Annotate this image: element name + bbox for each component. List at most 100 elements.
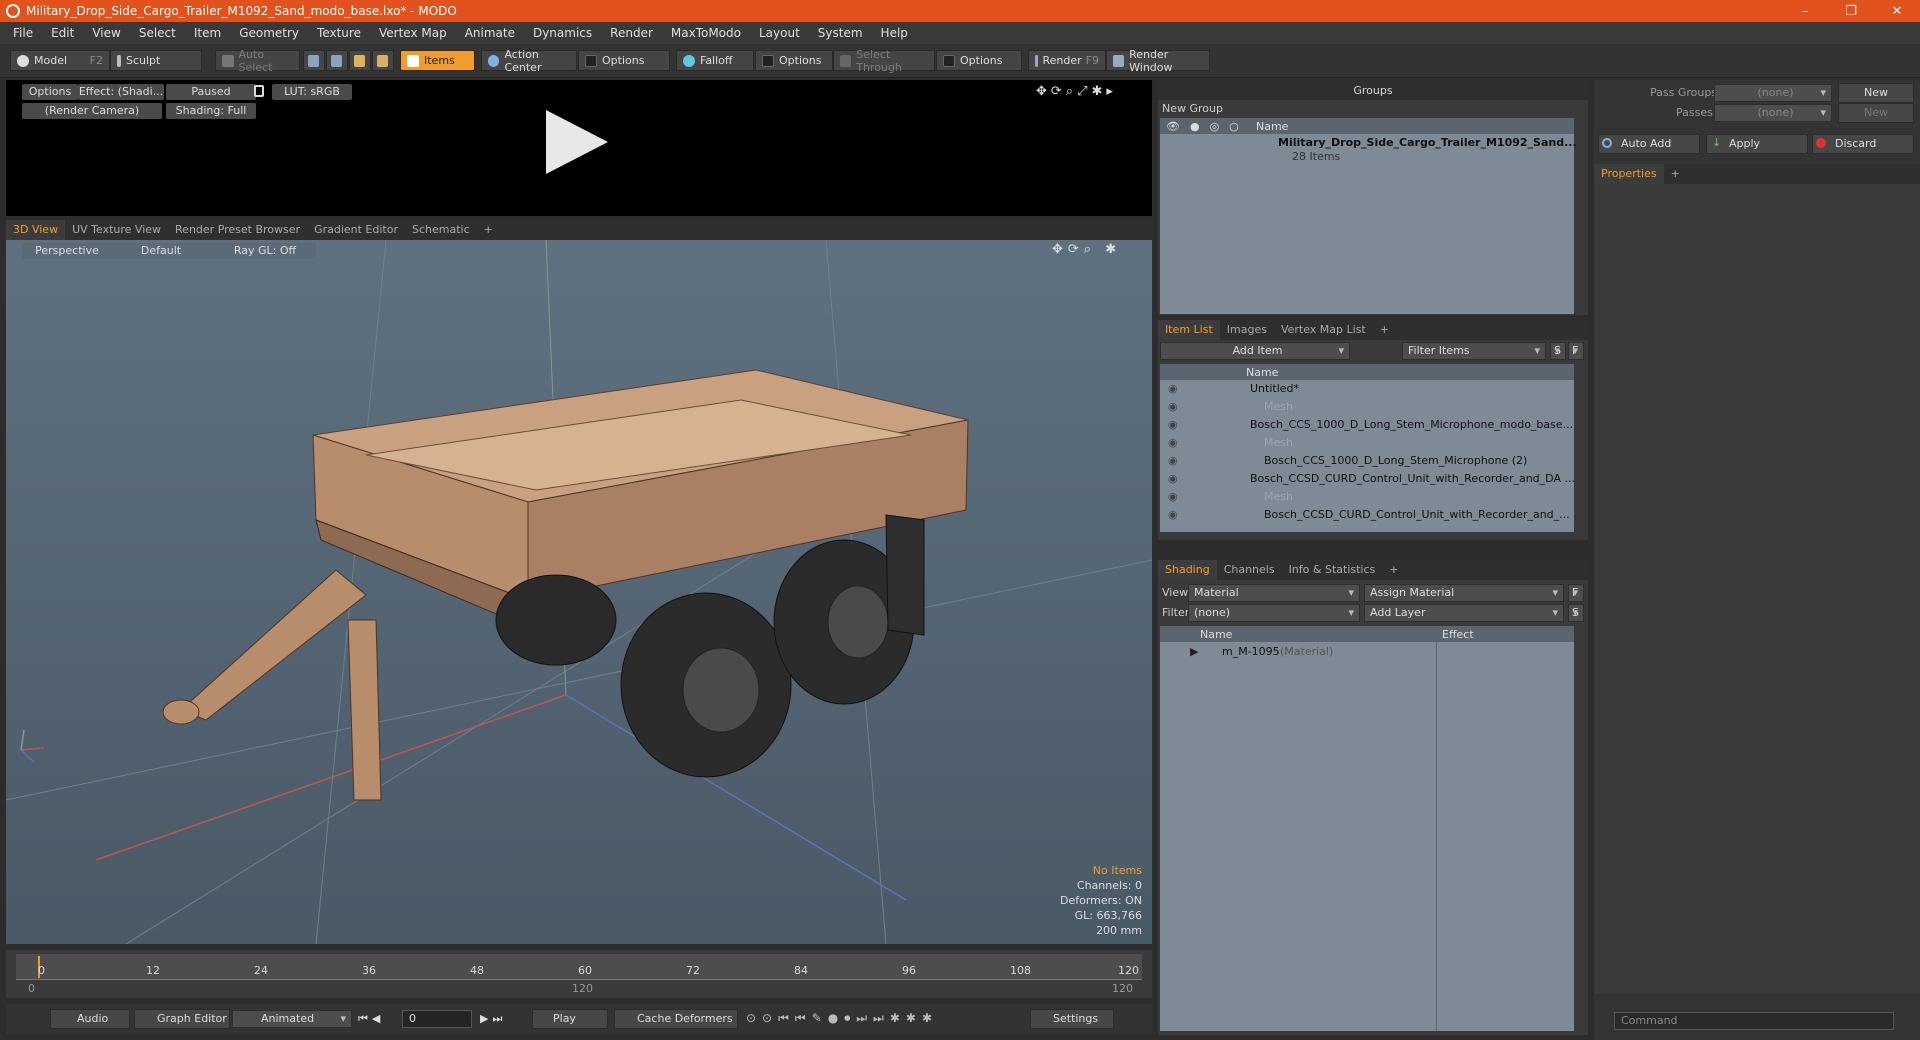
items-mode-button[interactable]: Items xyxy=(400,50,475,71)
item-list-row[interactable]: ◉ Bosch_CCS_1000_D_Long_Stem_Microphone_m… xyxy=(1160,416,1574,434)
maximize-button[interactable]: ❐ xyxy=(1828,0,1874,22)
lock-icon[interactable] xyxy=(254,85,264,97)
visibility-eye-icon[interactable]: ◉ xyxy=(1168,452,1178,470)
material-item[interactable]: m_M-1095 xyxy=(1222,645,1280,658)
expand-icon[interactable]: ▶ xyxy=(1190,645,1198,658)
menu-item[interactable]: Item xyxy=(185,22,230,44)
item-list-row[interactable]: ◉ Mesh xyxy=(1160,398,1574,416)
timeline-ruler[interactable]: 0 12 24 36 48 60 72 84 96 108 120 xyxy=(16,954,1142,980)
shading-f-button[interactable]: F xyxy=(1568,584,1584,602)
animated-dropdown[interactable]: Animated xyxy=(232,1010,352,1028)
add-tab-button[interactable]: + xyxy=(477,220,500,240)
settings-button[interactable]: Settings xyxy=(1030,1009,1114,1029)
menu-edit[interactable]: Edit xyxy=(42,22,83,44)
new-group-button[interactable]: New Group xyxy=(1162,102,1223,115)
visibility-eye-icon[interactable]: ◉ xyxy=(1168,488,1178,506)
action-center-options-button[interactable]: Options xyxy=(578,50,670,71)
close-button[interactable]: ✕ xyxy=(1874,0,1920,22)
polygons-mode-button[interactable] xyxy=(349,50,371,71)
tab-info-statistics[interactable]: Info & Statistics xyxy=(1282,560,1383,580)
add-layer-dropdown[interactable]: Add Layer xyxy=(1364,604,1564,622)
shading-dropdown[interactable]: Shading: Full xyxy=(166,103,256,119)
add-tab-button[interactable]: + xyxy=(1382,560,1405,580)
falloff-button[interactable]: Falloff xyxy=(676,50,754,71)
timeline[interactable]: 0 12 24 36 48 60 72 84 96 108 120 0 120 … xyxy=(6,950,1152,998)
step-back-icons[interactable]: ⏮◀ xyxy=(358,1012,384,1026)
menu-file[interactable]: File xyxy=(4,22,42,44)
menu-geometry[interactable]: Geometry xyxy=(230,22,308,44)
render-window-button[interactable]: Render Window xyxy=(1106,48,1210,74)
tab-shading[interactable]: Shading xyxy=(1158,560,1217,580)
f-button[interactable]: F xyxy=(1568,342,1584,360)
tab-schematic[interactable]: Schematic xyxy=(405,220,477,240)
filter-items-input[interactable]: Filter Items xyxy=(1402,342,1546,360)
preview-options-button[interactable]: Options xyxy=(22,84,78,100)
visibility-eye-icon[interactable]: ◉ xyxy=(1168,380,1178,398)
visibility-eye-icon[interactable]: ◉ xyxy=(1168,434,1178,452)
item-list[interactable]: Name ◉ Untitled* ◉ Mesh ◉ Bosch_CCS_1000_D_Lo… xyxy=(1160,364,1574,532)
tab-3d-view[interactable]: 3D View xyxy=(6,220,66,240)
pass-groups-dropdown[interactable]: (none) xyxy=(1714,84,1832,102)
view-dropdown[interactable]: Material xyxy=(1188,584,1360,602)
groups-list[interactable]: Name 👁●◎○ Military_Drop_Side_Cargo_Trail… xyxy=(1160,118,1577,314)
apply-button[interactable]: Apply xyxy=(1706,134,1808,154)
tab-channels[interactable]: Channels xyxy=(1217,560,1282,580)
menu-select[interactable]: Select xyxy=(130,22,185,44)
command-input[interactable]: Command xyxy=(1614,1012,1894,1030)
shader-tree[interactable]: Name Effect ▶ m_M-1095 (Material) xyxy=(1160,626,1574,1031)
tab-images[interactable]: Images xyxy=(1220,320,1274,340)
step-forward-icons[interactable]: ▶⏭ xyxy=(480,1012,506,1026)
paused-toggle[interactable]: Paused xyxy=(166,84,256,100)
visibility-eye-icon[interactable]: ◉ xyxy=(1168,506,1178,524)
menu-render[interactable]: Render xyxy=(601,22,662,44)
tab-properties[interactable]: Properties xyxy=(1594,164,1664,184)
menu-layout[interactable]: Layout xyxy=(750,22,809,44)
new-pass-button[interactable]: New xyxy=(1838,103,1914,123)
render-button[interactable]: Render F9 xyxy=(1028,50,1106,71)
item-list-row[interactable]: ◉ Bosch_CCS_1000_D_Long_Stem_Microphone (… xyxy=(1160,452,1574,470)
edges-mode-button[interactable] xyxy=(326,50,348,71)
action-center-button[interactable]: Action Center xyxy=(481,48,577,74)
menu-view[interactable]: View xyxy=(83,22,129,44)
render-camera-dropdown[interactable]: (Render Camera) xyxy=(22,103,162,119)
play-button[interactable]: Play xyxy=(532,1009,608,1029)
assign-material-button[interactable]: Assign Material xyxy=(1364,584,1564,602)
cache-deformers-button[interactable]: Cache Deformers xyxy=(614,1009,738,1029)
3d-viewport[interactable]: Perspective Default Ray GL: Off ✥⟳⌕ ✱ No… xyxy=(6,240,1152,944)
add-tab-button[interactable]: + xyxy=(1373,320,1396,340)
new-pass-group-button[interactable]: New xyxy=(1838,83,1914,103)
select-through-options-button[interactable]: Options xyxy=(936,50,1022,71)
menu-animate[interactable]: Animate xyxy=(456,22,524,44)
visibility-eye-icon[interactable]: ◉ xyxy=(1168,398,1178,416)
filter-dropdown[interactable]: (none) xyxy=(1188,604,1360,622)
audio-button[interactable]: Audio xyxy=(50,1009,130,1029)
tab-gradient-editor[interactable]: Gradient Editor xyxy=(307,220,405,240)
item-list-row[interactable]: ◉ Bosch_CCSD_CURD_Control_Unit_with_Recor… xyxy=(1160,506,1574,524)
menu-maxtomodo[interactable]: MaxToModo xyxy=(662,22,750,44)
menu-system[interactable]: System xyxy=(809,22,872,44)
tab-uv-texture-view[interactable]: UV Texture View xyxy=(65,220,168,240)
auto-select-button[interactable]: Auto Select xyxy=(215,48,300,74)
materials-mode-button[interactable] xyxy=(372,50,394,71)
tab-vertex-map-list[interactable]: Vertex Map List xyxy=(1274,320,1373,340)
frame-input[interactable]: 0 xyxy=(402,1010,472,1028)
menu-dynamics[interactable]: Dynamics xyxy=(524,22,601,44)
preview-nav-icons[interactable]: ✥⟳⌕⤢✱▸ xyxy=(1036,84,1117,99)
item-list-row[interactable]: ◉ Bosch_CCSD_CURD_Control_Unit_with_Recor… xyxy=(1160,470,1574,488)
minimize-button[interactable]: – xyxy=(1782,0,1828,22)
menu-help[interactable]: Help xyxy=(872,22,917,44)
tab-render-preset-browser[interactable]: Render Preset Browser xyxy=(168,220,307,240)
menu-texture[interactable]: Texture xyxy=(308,22,370,44)
visibility-eye-icon[interactable]: ◉ xyxy=(1168,416,1178,434)
vertices-mode-button[interactable] xyxy=(303,50,325,71)
discard-button[interactable]: Discard xyxy=(1812,134,1914,154)
add-tab-button[interactable]: + xyxy=(1664,164,1687,184)
passes-dropdown[interactable]: (none) xyxy=(1714,104,1832,122)
effect-dropdown[interactable]: Effect: (Shadi... xyxy=(78,84,164,100)
sculpt-button[interactable]: Sculpt xyxy=(110,50,202,71)
menu-vertex-map[interactable]: Vertex Map xyxy=(370,22,456,44)
falloff-options-button[interactable]: Options xyxy=(755,50,833,71)
tab-item-list[interactable]: Item List xyxy=(1158,320,1220,340)
lut-dropdown[interactable]: LUT: sRGB xyxy=(272,84,352,100)
s-button[interactable]: S xyxy=(1550,342,1566,360)
